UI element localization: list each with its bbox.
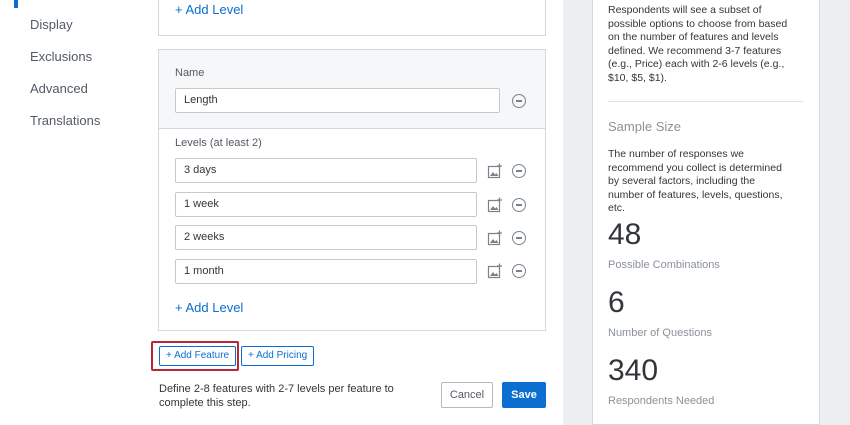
sidebar-item-advanced[interactable]: Advanced bbox=[30, 81, 88, 96]
respondents-needed-value: 340 bbox=[608, 354, 659, 387]
add-feature-button[interactable]: + Add Feature bbox=[159, 346, 237, 366]
add-pricing-button[interactable]: + Add Pricing bbox=[241, 346, 315, 366]
feature-name-section: Name Length bbox=[159, 50, 545, 129]
remove-feature-icon[interactable] bbox=[512, 94, 526, 108]
remove-level-icon[interactable] bbox=[512, 264, 526, 278]
panel-divider bbox=[608, 101, 803, 102]
sample-size-heading: Sample Size bbox=[608, 119, 681, 134]
sidebar-item-display[interactable]: Display bbox=[30, 17, 73, 32]
insert-image-icon[interactable] bbox=[487, 197, 503, 213]
number-of-questions-value: 6 bbox=[608, 286, 625, 319]
number-of-questions-label: Number of Questions bbox=[608, 327, 712, 339]
respondents-needed-label: Respondents Needed bbox=[608, 395, 715, 407]
add-level-link[interactable]: + Add Level bbox=[175, 2, 243, 17]
info-panel: Respondents will see a subset of possibl… bbox=[592, 0, 820, 425]
level-input[interactable]: 2 weeks bbox=[175, 225, 477, 250]
intro-text: Respondents will see a subset of possibl… bbox=[608, 4, 788, 84]
cancel-button[interactable]: Cancel bbox=[441, 382, 493, 408]
feature-card: Name Length Levels (at least 2) 3 days 1… bbox=[158, 49, 546, 331]
insert-image-icon[interactable] bbox=[487, 230, 503, 246]
sample-size-text: The number of responses we recommend you… bbox=[608, 148, 783, 214]
level-input[interactable]: 3 days bbox=[175, 158, 477, 183]
add-level-link[interactable]: + Add Level bbox=[175, 300, 243, 315]
feature-name-input[interactable]: Length bbox=[175, 88, 500, 113]
possible-combinations-value: 48 bbox=[608, 218, 642, 251]
remove-level-icon[interactable] bbox=[512, 198, 526, 212]
levels-label: Levels (at least 2) bbox=[175, 137, 262, 149]
level-input[interactable]: 1 week bbox=[175, 192, 477, 217]
sidebar-item-translations[interactable]: Translations bbox=[30, 113, 100, 128]
remove-level-icon[interactable] bbox=[512, 231, 526, 245]
feature-name-label: Name bbox=[175, 67, 205, 79]
insert-image-icon[interactable] bbox=[487, 163, 503, 179]
save-button[interactable]: Save bbox=[502, 382, 546, 408]
level-input[interactable]: 1 month bbox=[175, 259, 477, 284]
remove-level-icon[interactable] bbox=[512, 164, 526, 178]
sidebar-item-exclusions[interactable]: Exclusions bbox=[30, 49, 92, 64]
possible-combinations-label: Possible Combinations bbox=[608, 259, 720, 271]
helper-text: Define 2-8 features with 2-7 levels per … bbox=[159, 383, 394, 409]
insert-image-icon[interactable] bbox=[487, 263, 503, 279]
active-nav-indicator bbox=[14, 0, 18, 8]
previous-feature-card: + Add Level bbox=[158, 0, 546, 36]
